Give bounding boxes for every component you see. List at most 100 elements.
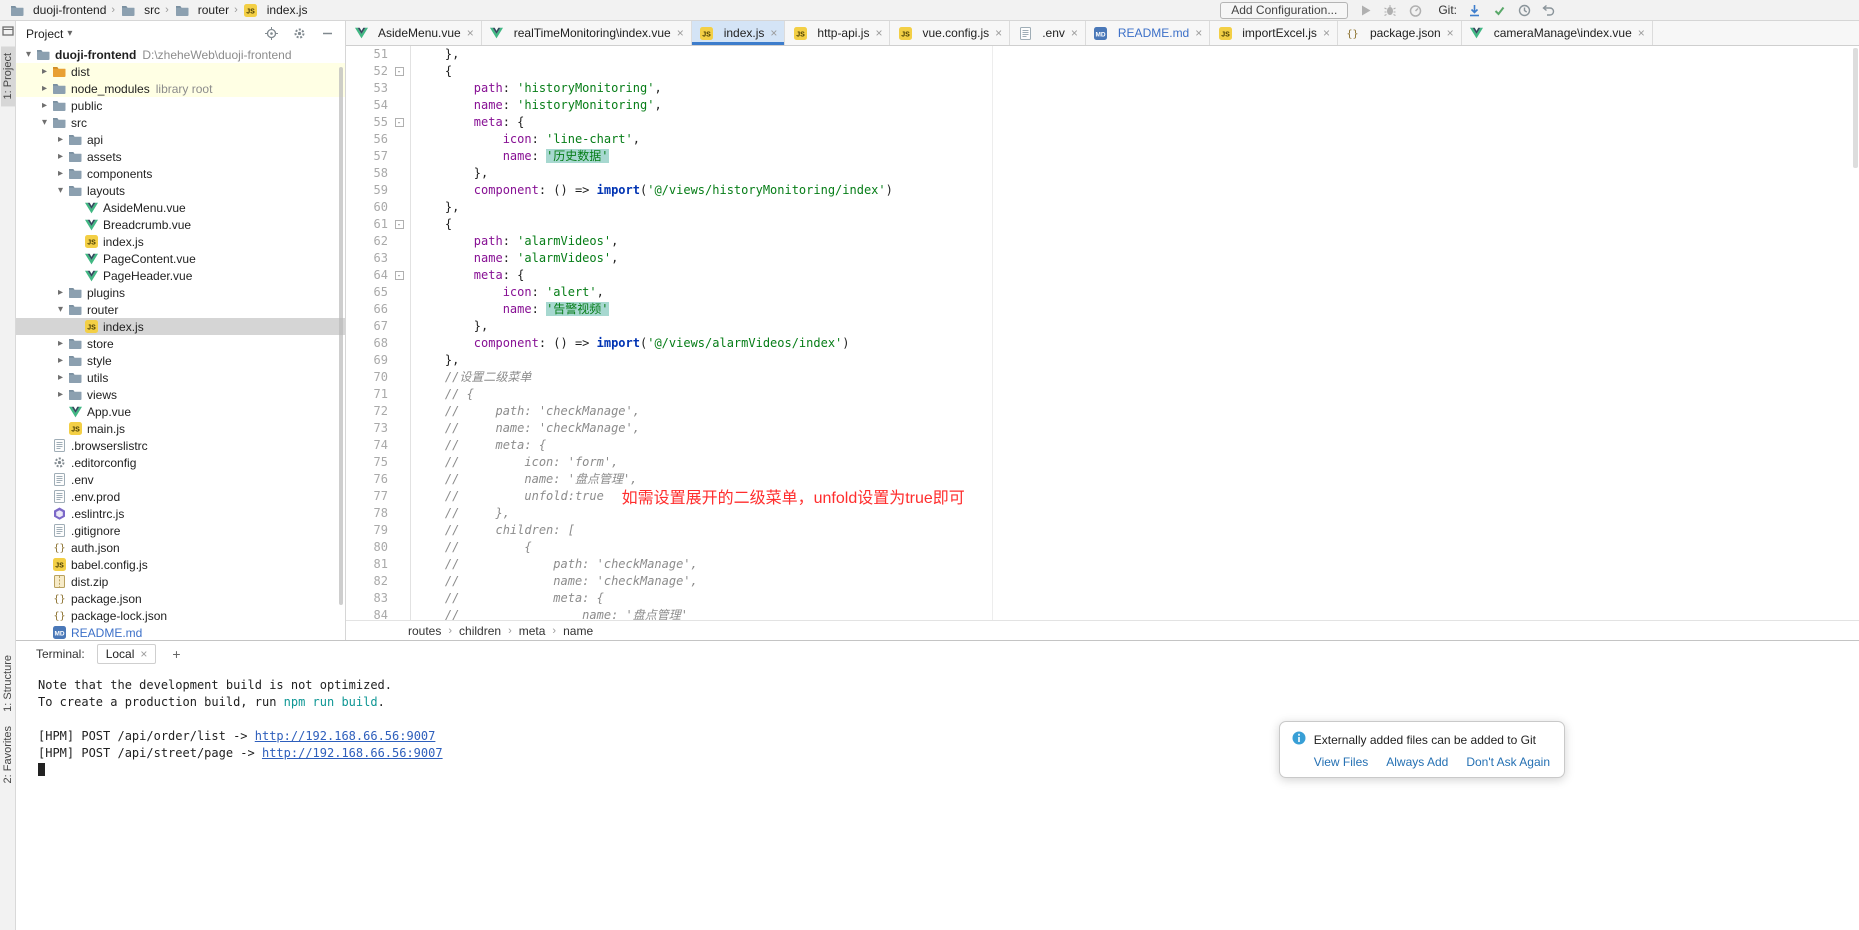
tree-item[interactable]: ▸assets xyxy=(16,148,345,165)
tree-item[interactable]: dist.zip xyxy=(16,573,345,590)
tree-item[interactable]: ▾router xyxy=(16,301,345,318)
chevron-right-icon[interactable]: ▸ xyxy=(54,168,67,179)
tree-item[interactable]: ▸plugins xyxy=(16,284,345,301)
tree-item[interactable]: JSbabel.config.js xyxy=(16,556,345,573)
breadcrumb-item[interactable]: duoji-frontend xyxy=(6,3,109,17)
fold-icon[interactable]: - xyxy=(395,67,404,76)
editor-tab[interactable]: realTimeMonitoring\index.vue× xyxy=(482,21,692,45)
chevron-right-icon[interactable]: ▸ xyxy=(54,134,67,145)
project-scrollbar[interactable] xyxy=(339,67,343,605)
close-icon[interactable]: × xyxy=(1071,26,1078,40)
close-icon[interactable]: × xyxy=(770,26,777,40)
tree-item[interactable]: ▾layouts xyxy=(16,182,345,199)
fold-icon[interactable]: - xyxy=(395,271,404,280)
tree-item[interactable]: .eslintrc.js xyxy=(16,505,345,522)
tree-item[interactable]: PageContent.vue xyxy=(16,250,345,267)
tree-item[interactable]: ▸components xyxy=(16,165,345,182)
tree-item[interactable]: ▸views xyxy=(16,386,345,403)
editor-tab[interactable]: JSvue.config.js× xyxy=(890,21,1010,45)
tree-item[interactable]: ▸store xyxy=(16,335,345,352)
tree-item[interactable]: {}package.json xyxy=(16,590,345,607)
editor-tab[interactable]: JSindex.js× xyxy=(692,21,786,45)
tree-item[interactable]: ▸api xyxy=(16,131,345,148)
breadcrumb-item[interactable]: meta xyxy=(519,624,546,638)
close-icon[interactable]: × xyxy=(677,26,684,40)
url-link[interactable]: http://192.168.66.56:9007 xyxy=(255,729,436,743)
breadcrumb-item[interactable]: src xyxy=(117,3,163,17)
chevron-right-icon[interactable]: ▸ xyxy=(54,372,67,383)
tool-button-structure[interactable]: 1: Structure xyxy=(1,648,15,719)
editor-tab[interactable]: AsideMenu.vue× xyxy=(346,21,482,45)
chevron-down-icon[interactable]: ▾ xyxy=(54,185,67,196)
tree-item[interactable]: App.vue xyxy=(16,403,345,420)
tree-item[interactable]: .browserslistrc xyxy=(16,437,345,454)
tool-button-project[interactable]: 1: Project xyxy=(1,46,15,106)
close-icon[interactable]: × xyxy=(140,647,147,661)
git-commit-icon[interactable] xyxy=(1491,2,1507,18)
run-icon[interactable] xyxy=(1357,2,1373,18)
breadcrumb-item[interactable]: routes xyxy=(408,624,441,638)
editor-tab[interactable]: JShttp-api.js× xyxy=(785,21,890,45)
breadcrumb-item[interactable]: name xyxy=(563,624,593,638)
fold-icon[interactable]: - xyxy=(395,220,404,229)
tree-item[interactable]: ▸dist xyxy=(16,63,345,80)
add-configuration-button[interactable]: Add Configuration... xyxy=(1220,2,1348,19)
notification-action[interactable]: Don't Ask Again xyxy=(1466,755,1550,769)
notification-action[interactable]: Always Add xyxy=(1386,755,1448,769)
chevron-right-icon[interactable]: ▸ xyxy=(54,389,67,400)
chevron-right-icon[interactable]: ▸ xyxy=(54,338,67,349)
tree-item[interactable]: AsideMenu.vue xyxy=(16,199,345,216)
tool-button-favorites[interactable]: 2: Favorites xyxy=(1,719,15,790)
tree-item[interactable]: JSmain.js xyxy=(16,420,345,437)
project-view-selector[interactable]: Project xyxy=(26,27,63,41)
close-icon[interactable]: × xyxy=(1638,26,1645,40)
tree-item[interactable]: .env.prod xyxy=(16,488,345,505)
git-update-icon[interactable] xyxy=(1466,2,1482,18)
tree-item[interactable]: ▾duoji-frontendD:\zheheWeb\duoji-fronten… xyxy=(16,46,345,63)
tree-item[interactable]: .env xyxy=(16,471,345,488)
editor-tab[interactable]: .env× xyxy=(1010,21,1086,45)
tree-item[interactable]: ▸utils xyxy=(16,369,345,386)
tree-item[interactable]: ▸node_moduleslibrary root xyxy=(16,80,345,97)
close-icon[interactable]: × xyxy=(1323,26,1330,40)
chevron-right-icon[interactable]: ▸ xyxy=(38,100,51,111)
tree-item[interactable]: Breadcrumb.vue xyxy=(16,216,345,233)
locate-icon[interactable] xyxy=(263,26,279,42)
breadcrumb-item[interactable]: JSindex.js xyxy=(240,3,311,17)
editor-tab[interactable]: {}package.json× xyxy=(1338,21,1462,45)
profiler-icon[interactable] xyxy=(1407,2,1423,18)
chevron-right-icon[interactable]: ▸ xyxy=(38,83,51,94)
notification-action[interactable]: View Files xyxy=(1314,755,1368,769)
chevron-right-icon[interactable]: ▸ xyxy=(54,355,67,366)
breadcrumb-item[interactable]: children xyxy=(459,624,501,638)
hide-icon[interactable] xyxy=(319,26,335,42)
chevron-down-icon[interactable]: ▾ xyxy=(67,28,72,39)
rollback-icon[interactable] xyxy=(1541,2,1557,18)
editor-scrollbar[interactable] xyxy=(1853,48,1858,168)
gear-icon[interactable] xyxy=(291,26,307,42)
chevron-right-icon[interactable]: ▸ xyxy=(54,287,67,298)
new-terminal-button[interactable]: + xyxy=(168,646,184,662)
debug-icon[interactable] xyxy=(1382,2,1398,18)
chevron-down-icon[interactable]: ▾ xyxy=(54,304,67,315)
chevron-down-icon[interactable]: ▾ xyxy=(22,49,35,60)
tree-item[interactable]: .editorconfig xyxy=(16,454,345,471)
tree-item[interactable]: PageHeader.vue xyxy=(16,267,345,284)
breadcrumb-item[interactable]: router xyxy=(171,3,232,17)
tree-item[interactable]: MDREADME.md xyxy=(16,624,345,640)
chevron-down-icon[interactable]: ▾ xyxy=(38,117,51,128)
close-icon[interactable]: × xyxy=(875,26,882,40)
tree-item[interactable]: ▸style xyxy=(16,352,345,369)
tree-item[interactable]: {}package-lock.json xyxy=(16,607,345,624)
url-link[interactable]: http://192.168.66.56:9007 xyxy=(262,746,443,760)
fold-icon[interactable]: - xyxy=(395,118,404,127)
tree-item[interactable]: JSindex.js xyxy=(16,233,345,250)
editor-tab[interactable]: cameraManage\index.vue× xyxy=(1462,21,1653,45)
terminal-tab-local[interactable]: Local × xyxy=(97,644,157,664)
close-icon[interactable]: × xyxy=(467,26,474,40)
close-icon[interactable]: × xyxy=(995,26,1002,40)
tree-item[interactable]: .gitignore xyxy=(16,522,345,539)
tree-item[interactable]: JSindex.js xyxy=(16,318,345,335)
chevron-right-icon[interactable]: ▸ xyxy=(54,151,67,162)
close-icon[interactable]: × xyxy=(1195,26,1202,40)
